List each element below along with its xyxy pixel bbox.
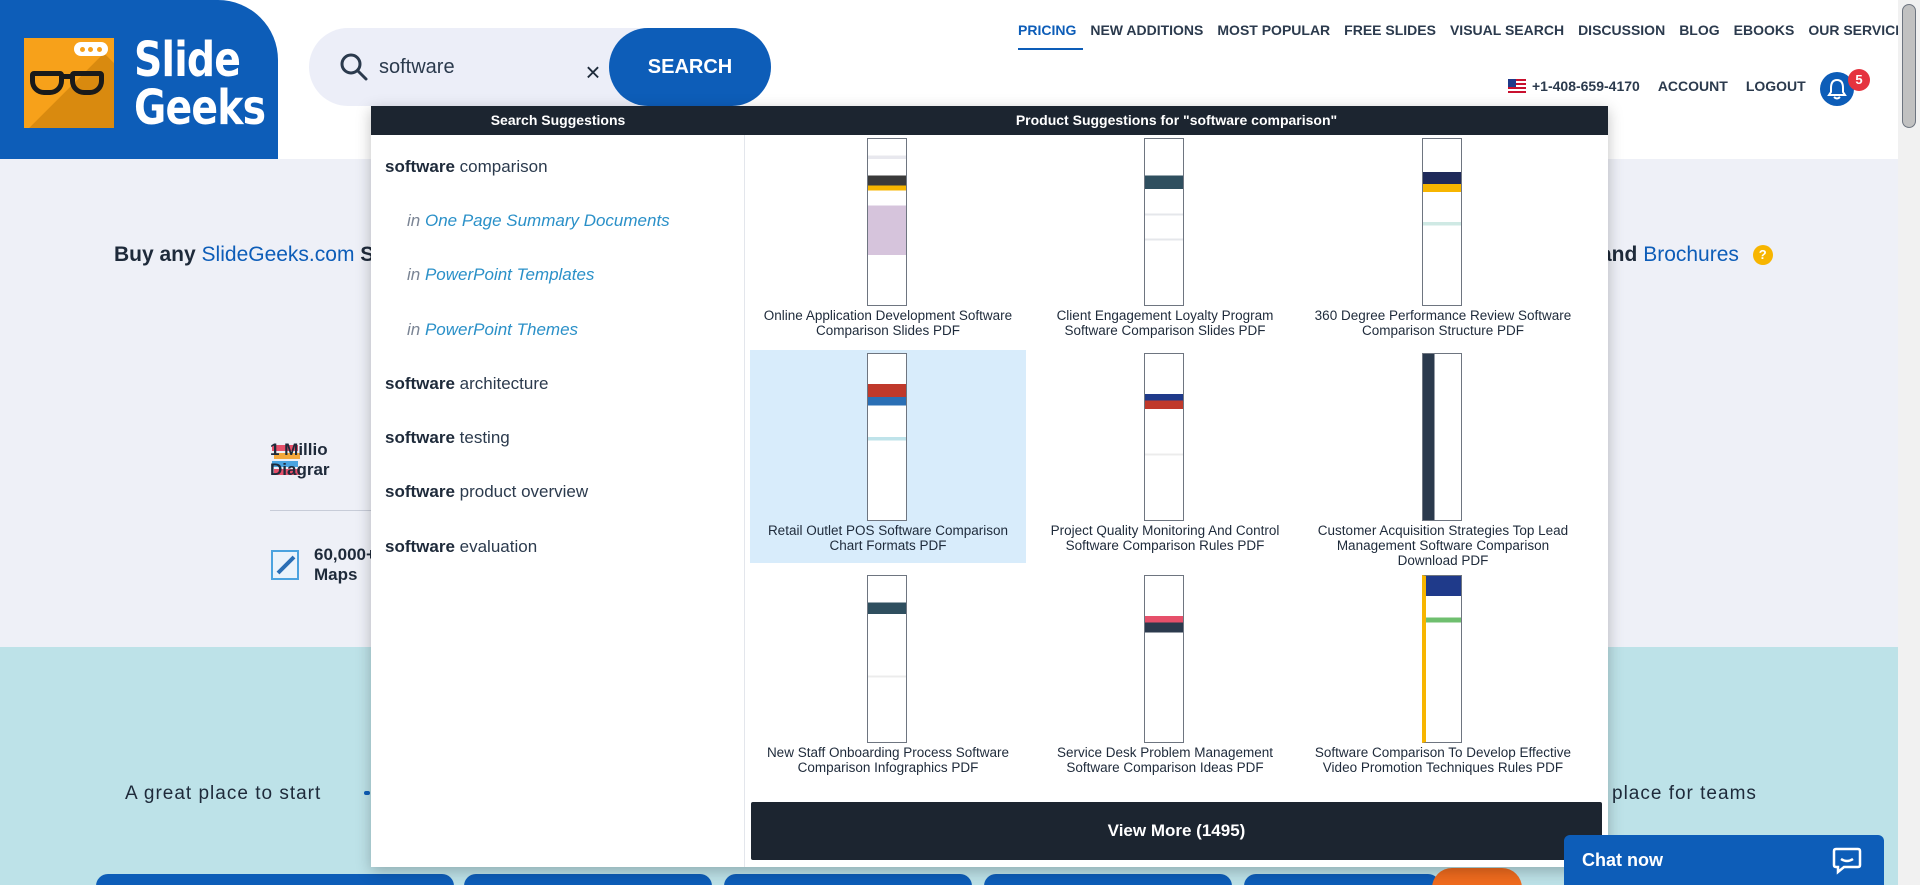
search-button[interactable]: SEARCH xyxy=(609,28,771,106)
glasses-logo-icon xyxy=(24,38,114,128)
tagline-accent xyxy=(364,791,370,795)
category-suggestion[interactable]: in PowerPoint Themes xyxy=(407,320,578,340)
category-suggestion[interactable]: in PowerPoint Templates xyxy=(407,265,594,285)
plans-tagline-left: A great place to start xyxy=(125,783,322,804)
suggestion-item[interactable]: software product overview xyxy=(385,482,588,502)
product-card[interactable]: Customer Acquisition Strategies Top Lead… xyxy=(1305,350,1581,568)
stat-maps-label: Maps xyxy=(314,565,358,584)
plan-tab[interactable] xyxy=(464,874,712,885)
logout-link[interactable]: LOGOUT xyxy=(1746,78,1806,94)
suggestion-item[interactable]: software evaluation xyxy=(385,537,537,557)
chat-label: Chat now xyxy=(1582,850,1663,870)
scrollbar-thumb[interactable] xyxy=(1902,4,1916,128)
main-nav: PRICING NEW ADDITIONS MOST POPULAR FREE … xyxy=(1018,20,1920,50)
promo-text-right: and Brochures ? xyxy=(1600,243,1773,267)
nav-blog[interactable]: BLOG xyxy=(1672,20,1726,50)
search-suggestions-dropdown: Search Suggestions Product Suggestions f… xyxy=(371,106,1608,867)
stat-maps-count: 60,000+ xyxy=(314,545,376,564)
nav-ebooks[interactable]: EBOOKS xyxy=(1727,20,1802,50)
product-card[interactable]: 360 Degree Performance Review Software C… xyxy=(1305,135,1581,348)
product-card[interactable]: New Staff Onboarding Process Software Co… xyxy=(750,572,1026,785)
brochures-link[interactable]: Brochures xyxy=(1643,243,1739,266)
nav-discussion[interactable]: DISCUSSION xyxy=(1571,20,1672,50)
account-link[interactable]: ACCOUNT xyxy=(1658,78,1728,94)
view-more-button[interactable]: View More (1495) xyxy=(751,802,1602,860)
product-title: New Staff Onboarding Process Software Co… xyxy=(766,745,1010,775)
product-thumbnail xyxy=(1144,575,1184,743)
product-suggestions-heading: Product Suggestions for "software compar… xyxy=(1015,112,1338,128)
chat-bubble-icon xyxy=(1832,847,1862,875)
product-thumbnail xyxy=(1422,575,1462,743)
stat-diagrams-label: Diagrar xyxy=(270,460,330,479)
product-title: 360 Degree Performance Review Software C… xyxy=(1314,308,1572,338)
product-title: Online Application Development Software … xyxy=(763,308,1013,338)
product-title: Project Quality Monitoring And Control S… xyxy=(1050,523,1280,553)
divider xyxy=(270,510,380,511)
product-title: Software Comparison To Develop Effective… xyxy=(1314,745,1572,775)
product-thumbnail xyxy=(1144,138,1184,306)
product-title: Customer Acquisition Strategies Top Lead… xyxy=(1317,523,1569,568)
nav-new-additions[interactable]: NEW ADDITIONS xyxy=(1083,20,1210,50)
promo-ribbon xyxy=(1432,868,1522,885)
suggestion-item[interactable]: software testing xyxy=(385,428,510,448)
page-scrollbar[interactable] xyxy=(1898,0,1920,885)
nav-pricing[interactable]: PRICING xyxy=(1018,20,1084,50)
product-thumbnail xyxy=(867,138,907,306)
plan-tab[interactable] xyxy=(1244,874,1440,885)
promo-bold: Buy any xyxy=(114,243,196,266)
bell-icon xyxy=(1827,78,1847,100)
account-bar: +1-408-659-4170 ACCOUNT LOGOUT xyxy=(1508,78,1806,94)
category-suggestion[interactable]: in One Page Summary Documents xyxy=(407,211,670,231)
product-card[interactable]: Online Application Development Software … xyxy=(750,135,1026,348)
product-thumbnail xyxy=(1422,353,1462,521)
product-card[interactable]: Project Quality Monitoring And Control S… xyxy=(1027,350,1303,563)
logo-wordmark: Slide Geeks xyxy=(134,32,266,136)
product-title: Client Engagement Loyalty Program Softwa… xyxy=(1056,308,1274,338)
product-card[interactable]: Service Desk Problem Management Software… xyxy=(1027,572,1303,785)
nav-most-popular[interactable]: MOST POPULAR xyxy=(1210,20,1337,50)
product-suggestions-grid: Online Application Development Software … xyxy=(745,135,1608,867)
map-edit-icon xyxy=(271,550,299,580)
suggestion-item[interactable]: software comparison xyxy=(385,157,548,177)
product-card[interactable]: Software Comparison To Develop Effective… xyxy=(1305,572,1581,785)
site-logo[interactable]: Slide Geeks xyxy=(0,0,278,159)
product-thumbnail xyxy=(1422,138,1462,306)
help-icon[interactable]: ? xyxy=(1752,245,1773,266)
stat-maps: 60,000+ Maps xyxy=(314,545,376,585)
plans-tagline-right: place for teams xyxy=(1612,783,1757,804)
clear-search-button[interactable]: × xyxy=(573,52,613,92)
plan-tab[interactable] xyxy=(724,874,972,885)
search-suggestions-list: software comparison in One Page Summary … xyxy=(371,135,745,867)
plan-tab[interactable] xyxy=(984,874,1232,885)
promo-text: Buy any SlideGeeks.com S xyxy=(114,243,374,267)
search-icon xyxy=(340,53,368,81)
nav-free-slides[interactable]: FREE SLIDES xyxy=(1337,20,1443,50)
notification-count-badge: 5 xyxy=(1848,69,1870,91)
chat-now-button[interactable]: Chat now xyxy=(1564,835,1884,885)
search-input[interactable] xyxy=(379,50,579,84)
product-card[interactable]: Client Engagement Loyalty Program Softwa… xyxy=(1027,135,1303,348)
phone-link[interactable]: +1-408-659-4170 xyxy=(1532,78,1640,94)
promo-link[interactable]: SlideGeeks.com xyxy=(202,243,355,266)
product-card[interactable]: Retail Outlet POS Software Comparison Ch… xyxy=(750,350,1026,563)
plan-tab[interactable] xyxy=(96,874,454,885)
product-thumbnail xyxy=(867,575,907,743)
search-suggestions-heading: Search Suggestions xyxy=(490,112,626,128)
product-title: Retail Outlet POS Software Comparison Ch… xyxy=(767,523,1009,553)
stat-diagrams-count: 1 Millio xyxy=(270,440,328,459)
us-flag-icon xyxy=(1508,79,1526,93)
stat-diagrams: 1 Millio Diagrar xyxy=(270,440,330,480)
product-title: Service Desk Problem Management Software… xyxy=(1056,745,1274,775)
suggestion-item[interactable]: software architecture xyxy=(385,374,548,394)
product-thumbnail xyxy=(1144,353,1184,521)
dropdown-header: Search Suggestions Product Suggestions f… xyxy=(371,106,1608,135)
nav-visual-search[interactable]: VISUAL SEARCH xyxy=(1443,20,1571,50)
product-thumbnail xyxy=(867,353,907,521)
